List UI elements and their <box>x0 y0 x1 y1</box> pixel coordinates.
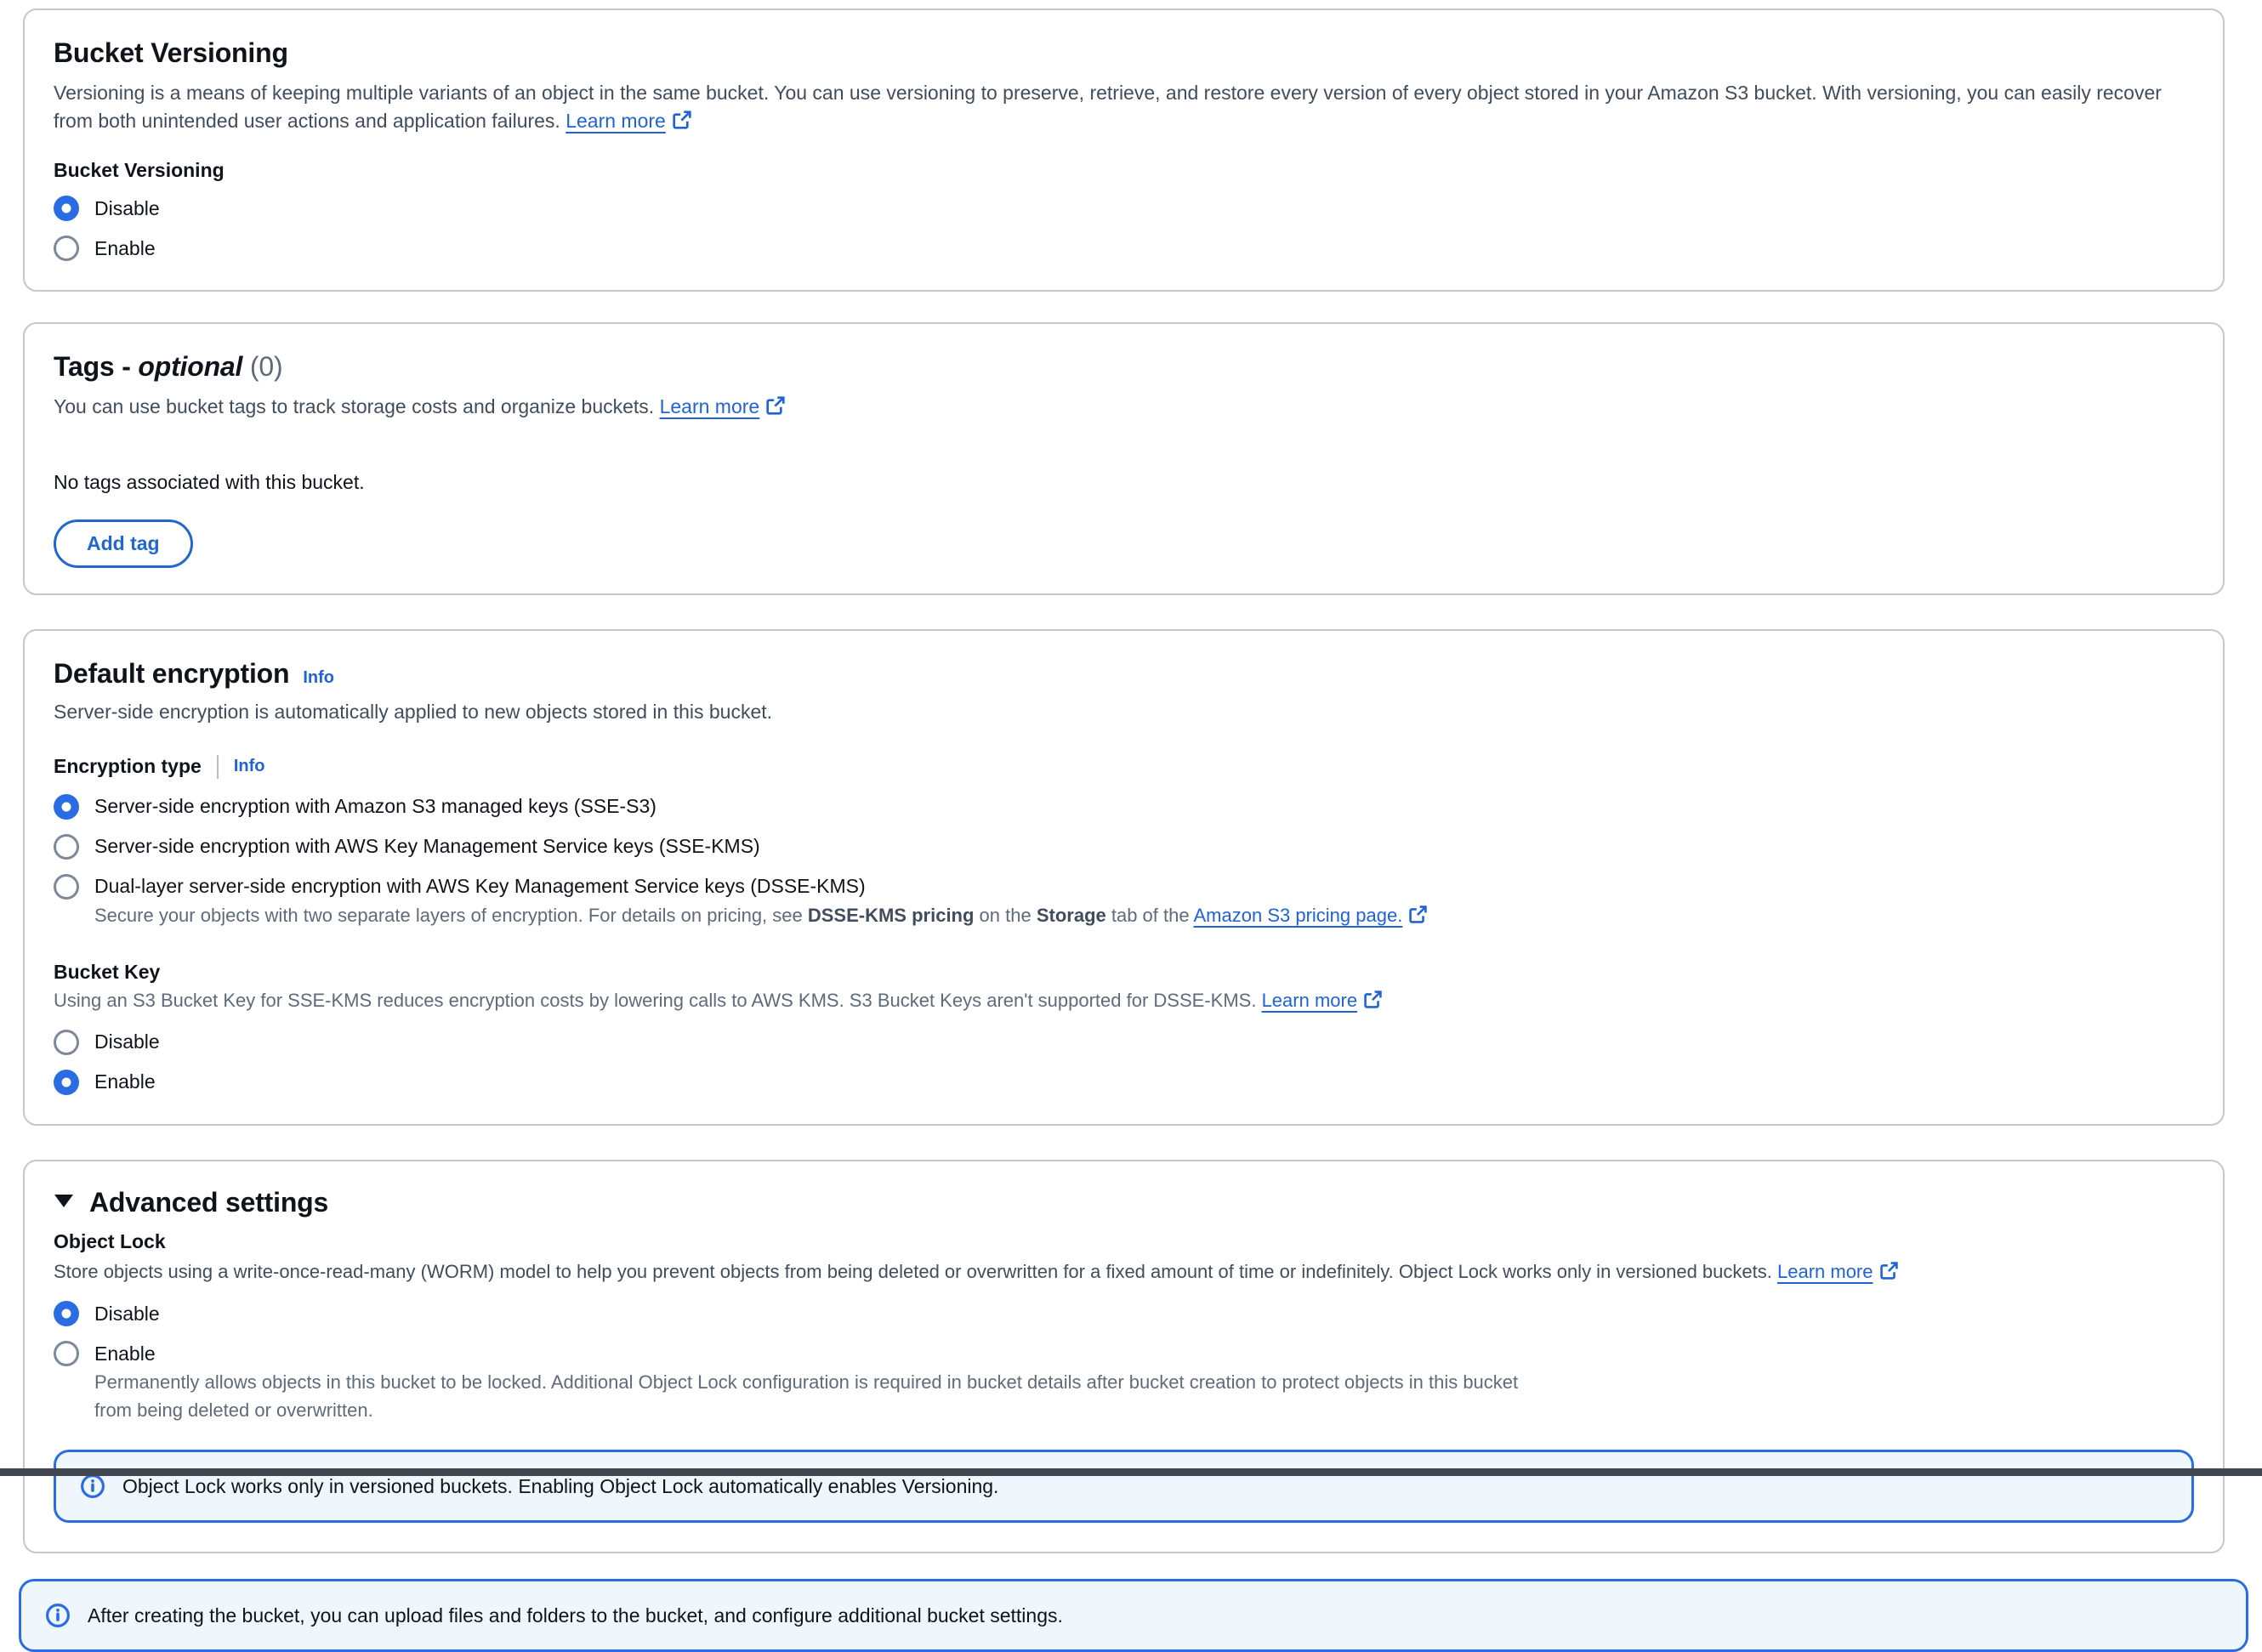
radio-button-icon[interactable] <box>54 1341 79 1366</box>
create-bucket-settings-page: Bucket Versioning Versioning is a means … <box>0 0 2262 1652</box>
bucket-versioning-card: Bucket Versioning Versioning is a means … <box>23 9 2225 292</box>
s3-pricing-page-link[interactable]: Amazon S3 pricing page. <box>1194 905 1403 926</box>
object-lock-enable-radio[interactable]: Enable <box>54 1341 2194 1366</box>
bucket-key-description: Using an S3 Bucket Key for SSE-KMS reduc… <box>54 987 2194 1016</box>
sse-s3-radio[interactable]: Server-side encryption with Amazon S3 ma… <box>54 794 2194 820</box>
radio-button-icon[interactable] <box>54 1070 79 1095</box>
sse-kms-radio[interactable]: Server-side encryption with AWS Key Mana… <box>54 834 2194 860</box>
external-link-icon <box>1879 1261 1899 1287</box>
radio-button-icon[interactable] <box>54 874 79 900</box>
advanced-settings-title: Advanced settings <box>89 1187 328 1218</box>
object-lock-disable-radio[interactable]: Disable <box>54 1301 2194 1326</box>
radio-button-icon[interactable] <box>54 834 79 860</box>
tags-learn-more-link[interactable]: Learn more <box>660 395 760 417</box>
bucket-versioning-title: Bucket Versioning <box>54 37 2194 69</box>
bottom-page-edge <box>0 1468 2262 1476</box>
radio-button-icon[interactable] <box>54 1030 79 1055</box>
divider <box>217 755 219 779</box>
tags-description: You can use bucket tags to track storage… <box>54 393 2194 423</box>
tags-count: (0) <box>250 351 283 382</box>
info-circle-icon <box>45 1603 71 1628</box>
external-link-icon <box>1363 990 1383 1016</box>
external-link-icon <box>672 110 692 138</box>
encryption-type-info-link[interactable]: Info <box>234 757 265 776</box>
default-encryption-info-link[interactable]: Info <box>303 668 334 688</box>
radio-button-icon[interactable] <box>54 1301 79 1326</box>
radio-button-icon[interactable] <box>54 236 79 261</box>
default-encryption-card: Default encryption Info Server-side encr… <box>23 629 2225 1126</box>
tags-title-optional: optional <box>138 351 242 382</box>
default-encryption-title: Default encryption <box>54 658 289 690</box>
bucket-key-learn-more-link[interactable]: Learn more <box>1262 990 1358 1011</box>
object-lock-enable-description: Permanently allows objects in this bucke… <box>94 1368 1540 1424</box>
no-tags-text: No tags associated with this bucket. <box>54 471 2194 494</box>
radio-button-icon[interactable] <box>54 794 79 820</box>
advanced-settings-toggle[interactable]: Advanced settings <box>54 1187 2194 1218</box>
caret-down-icon <box>54 1192 74 1213</box>
versioning-disable-radio[interactable]: Disable <box>54 196 2194 221</box>
external-link-icon <box>765 395 786 423</box>
bucket-versioning-description: Versioning is a means of keeping multipl… <box>54 79 2194 137</box>
encryption-type-row: Encryption type Info <box>54 755 2194 779</box>
footer-alert-text: After creating the bucket, you can uploa… <box>88 1602 1063 1629</box>
bucket-versioning-field-label: Bucket Versioning <box>54 159 2194 182</box>
object-lock-alert: Object Lock works only in versioned buck… <box>54 1450 2194 1523</box>
dsse-kms-radio[interactable]: Dual-layer server-side encryption with A… <box>54 874 2194 900</box>
external-link-icon <box>1408 904 1428 932</box>
footer-alert: After creating the bucket, you can uploa… <box>19 1579 2248 1652</box>
add-tag-button[interactable]: Add tag <box>54 519 193 568</box>
advanced-settings-card: Advanced settings Object Lock Store obje… <box>23 1160 2225 1553</box>
versioning-learn-more-link[interactable]: Learn more <box>566 110 666 132</box>
info-circle-icon <box>80 1473 105 1499</box>
bucket-key-label: Bucket Key <box>54 961 2194 984</box>
versioning-enable-radio[interactable]: Enable <box>54 236 2194 261</box>
default-encryption-description: Server-side encryption is automatically … <box>54 698 2194 726</box>
bucket-key-enable-radio[interactable]: Enable <box>54 1070 2194 1095</box>
object-lock-alert-text: Object Lock works only in versioned buck… <box>122 1473 998 1500</box>
tags-card: Tags - optional (0) You can use bucket t… <box>23 322 2225 595</box>
encryption-type-label: Encryption type <box>54 755 202 778</box>
object-lock-label: Object Lock <box>54 1230 2194 1253</box>
object-lock-description: Store objects using a write-once-read-ma… <box>54 1258 2154 1287</box>
object-lock-learn-more-link[interactable]: Learn more <box>1777 1261 1873 1282</box>
radio-button-icon[interactable] <box>54 196 79 221</box>
tags-title: Tags - optional (0) <box>54 351 2194 383</box>
dsse-kms-description: Secure your objects with two separate la… <box>94 901 2194 932</box>
bucket-key-disable-radio[interactable]: Disable <box>54 1030 2194 1055</box>
